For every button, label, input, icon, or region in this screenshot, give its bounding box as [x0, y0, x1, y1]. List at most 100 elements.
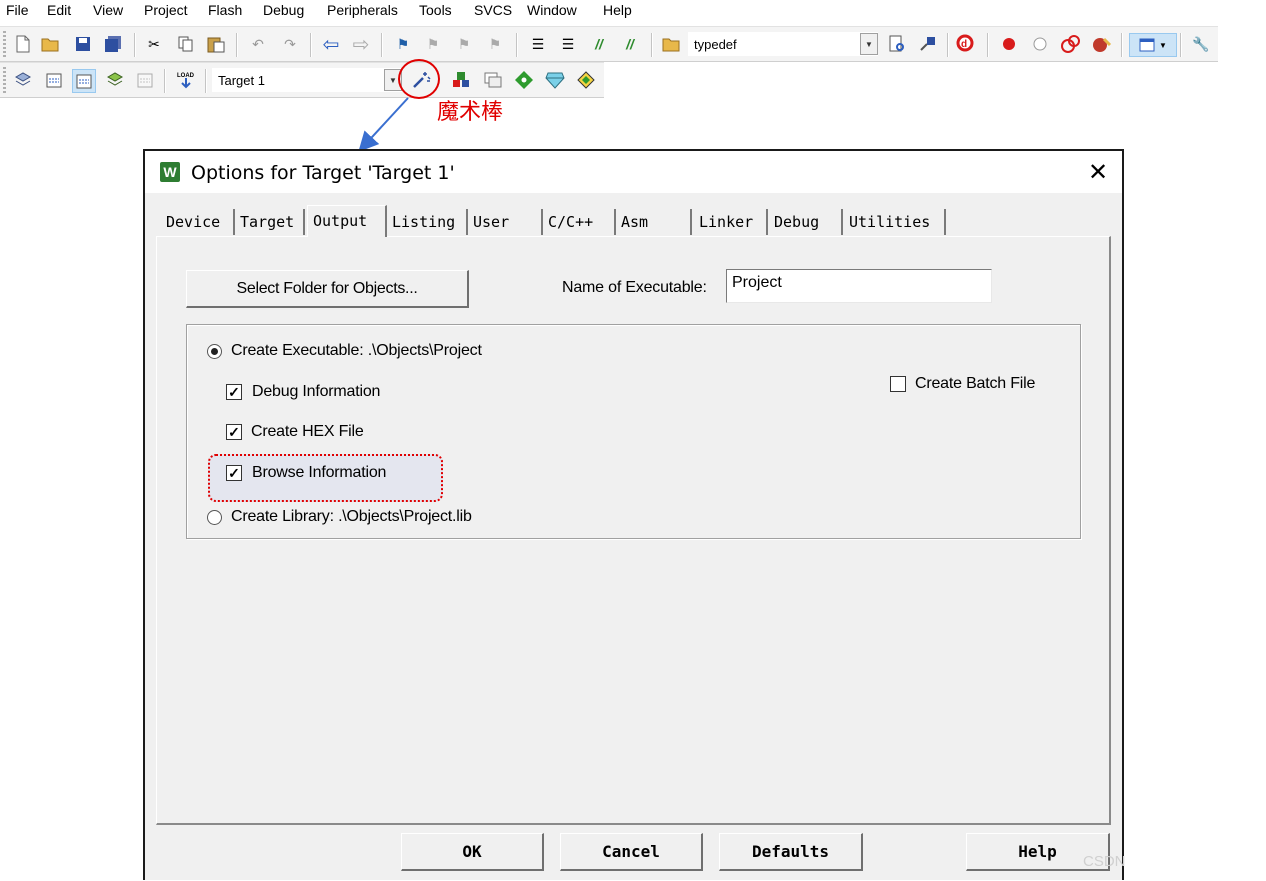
close-icon[interactable]: ✕	[1083, 157, 1113, 187]
stop-build-icon[interactable]	[134, 69, 156, 91]
manage-rte-icon[interactable]	[513, 69, 535, 91]
download-load-icon[interactable]: LOAD	[175, 69, 197, 91]
redo-icon[interactable]: ↷	[279, 33, 301, 55]
dialog-titlebar[interactable]: W Options for Target 'Target 1' ✕	[145, 151, 1122, 193]
disable-all-breakpoints-icon[interactable]	[1060, 33, 1082, 55]
executable-name-field[interactable]: Project	[726, 269, 992, 303]
toolbar-separator	[987, 33, 989, 57]
menu-flash[interactable]: Flash	[208, 2, 242, 18]
create-batch-label: Create Batch File	[915, 375, 1036, 392]
menu-bar: File Edit View Project Flash Debug Perip…	[0, 0, 1266, 22]
bookmark-icon[interactable]: ⚑	[392, 33, 414, 55]
menu-window[interactable]: Window	[527, 2, 577, 18]
save-icon[interactable]	[72, 33, 94, 55]
create-executable-radio[interactable]	[207, 344, 222, 359]
browse-info-label: Browse Information	[252, 464, 387, 481]
toolbar-grip[interactable]	[3, 67, 6, 93]
configure-wrench-icon[interactable]: 🔧	[1190, 33, 1212, 55]
toolbar-separator	[134, 33, 136, 57]
disable-breakpoint-icon[interactable]	[1029, 33, 1051, 55]
new-file-icon[interactable]	[12, 33, 34, 55]
target-select[interactable]: Target 1 ▼	[212, 68, 402, 92]
cancel-button[interactable]: Cancel	[560, 833, 703, 871]
menu-project[interactable]: Project	[144, 2, 188, 18]
open-folder-icon[interactable]	[40, 33, 62, 55]
tab-linker[interactable]: Linker	[694, 209, 768, 235]
select-packs-icon[interactable]	[482, 69, 504, 91]
select-folder-button[interactable]: Select Folder for Objects...	[186, 270, 469, 308]
paste-icon[interactable]	[205, 33, 227, 55]
copy-icon[interactable]	[175, 33, 197, 55]
tab-cpp[interactable]: C/C++	[543, 209, 616, 235]
manage-project-items-icon[interactable]	[450, 69, 472, 91]
create-batch-checkbox[interactable]	[890, 376, 906, 392]
svg-text:d: d	[961, 39, 967, 50]
tab-listing[interactable]: Listing	[387, 209, 468, 235]
menu-svcs[interactable]: SVCS	[474, 2, 512, 18]
csdn-watermark: CSDN	[1083, 853, 1126, 870]
batch-build-icon[interactable]	[104, 69, 126, 91]
browse-info-checkbox[interactable]: ✓	[226, 465, 242, 481]
file-toolbar: ✂ ↶ ↷ ⇦ ⇨ ⚑ ⚑ ⚑ ⚑ ☰ ☰ // // typedef ▼ d …	[0, 26, 1218, 62]
menu-debug[interactable]: Debug	[263, 2, 304, 18]
toolbar-separator	[205, 69, 207, 93]
annotation-label: 魔术棒	[437, 99, 504, 124]
chevron-down-icon[interactable]: ▼	[860, 33, 878, 55]
tab-target[interactable]: Target	[235, 209, 305, 235]
pack-installer-icon[interactable]	[544, 69, 566, 91]
keil-app-icon: W	[160, 162, 180, 182]
tab-asm[interactable]: Asm	[616, 209, 692, 235]
menu-help[interactable]: Help	[603, 2, 632, 18]
defaults-button[interactable]: Defaults	[719, 833, 863, 871]
undo-icon[interactable]: ↶	[247, 33, 269, 55]
next-bookmark-icon[interactable]: ⚑	[453, 33, 475, 55]
indent-icon[interactable]: ☰	[527, 33, 549, 55]
menu-peripherals[interactable]: Peripherals	[327, 2, 398, 18]
create-hex-checkbox[interactable]: ✓	[226, 424, 242, 440]
incremental-find-icon[interactable]	[917, 33, 939, 55]
toolbar-separator	[516, 33, 518, 57]
save-all-icon[interactable]	[102, 33, 124, 55]
find-icon[interactable]	[886, 33, 908, 55]
toolbar-separator	[1121, 33, 1123, 57]
rebuild-icon[interactable]	[72, 69, 96, 93]
navigate-back-icon[interactable]: ⇦	[320, 33, 342, 56]
tab-debug[interactable]: Debug	[769, 209, 843, 235]
menu-view[interactable]: View	[93, 2, 123, 18]
debug-session-icon[interactable]: d	[955, 33, 977, 55]
pack-components-icon[interactable]	[575, 69, 597, 91]
navigate-forward-icon[interactable]: ⇨	[350, 33, 372, 56]
comment-icon[interactable]: //	[588, 33, 610, 55]
tab-device[interactable]: Device	[161, 209, 235, 235]
window-layout-icon[interactable]: ▼	[1129, 33, 1177, 57]
toolbar-grip[interactable]	[3, 31, 6, 57]
build-icon[interactable]	[43, 69, 65, 91]
options-dialog: W Options for Target 'Target 1' ✕ Device…	[143, 149, 1126, 880]
find-in-files-icon[interactable]	[660, 33, 682, 55]
uncomment-icon[interactable]: //	[619, 33, 641, 55]
find-combo[interactable]: typedef ▼	[688, 32, 878, 56]
ok-button[interactable]: OK	[401, 833, 544, 871]
kill-all-breakpoints-icon[interactable]	[1091, 33, 1113, 55]
breakpoint-icon[interactable]	[998, 33, 1020, 55]
tab-utilities[interactable]: Utilities	[844, 209, 946, 235]
tab-user[interactable]: User	[468, 209, 543, 235]
clear-bookmarks-icon[interactable]: ⚑	[484, 33, 506, 55]
menu-file[interactable]: File	[6, 2, 29, 18]
create-library-label: Create Library: .\Objects\Project.lib	[231, 508, 472, 525]
cut-icon[interactable]: ✂	[143, 33, 165, 55]
menu-edit[interactable]: Edit	[47, 2, 71, 18]
toolbar-separator	[310, 33, 312, 57]
toolbar-separator	[1180, 33, 1182, 57]
debug-info-checkbox[interactable]: ✓	[226, 384, 242, 400]
build-toolbar: LOAD Target 1 ▼	[0, 62, 604, 98]
create-library-radio[interactable]	[207, 510, 222, 525]
toolbar-separator	[381, 33, 383, 57]
menu-tools[interactable]: Tools	[419, 2, 452, 18]
tab-output[interactable]: Output	[307, 205, 387, 237]
prev-bookmark-icon[interactable]: ⚑	[422, 33, 444, 55]
dialog-title: Options for Target 'Target 1'	[191, 162, 455, 184]
unindent-icon[interactable]: ☰	[557, 33, 579, 55]
name-exec-label: Name of Executable:	[562, 279, 707, 296]
translate-icon[interactable]	[12, 69, 34, 91]
